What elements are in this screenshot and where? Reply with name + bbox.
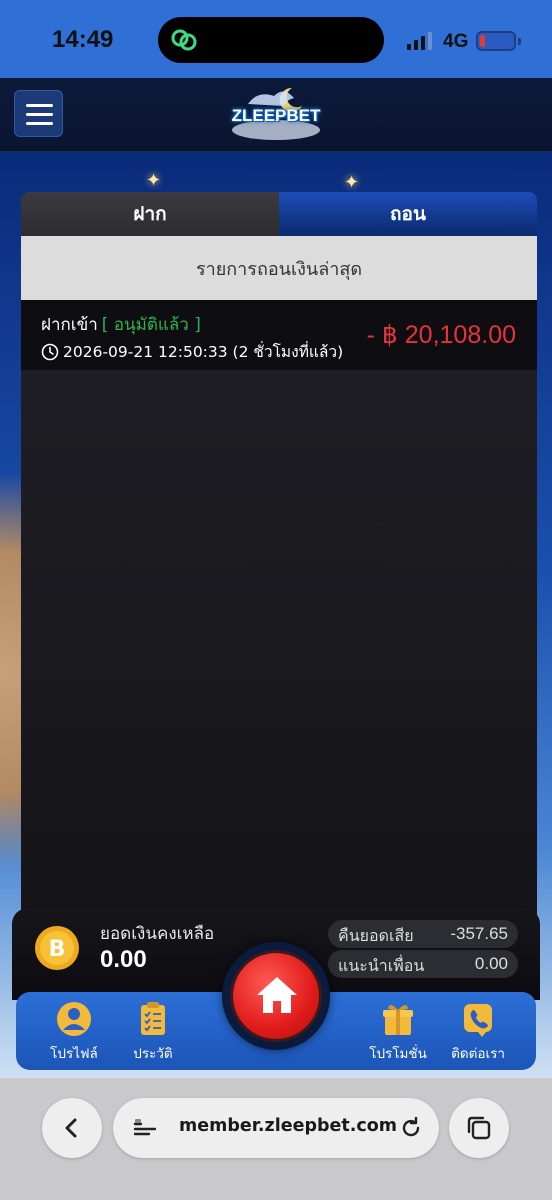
nav-promotion[interactable]: โปรโมชั่น (360, 1000, 436, 1064)
svg-text:B: B (49, 937, 66, 962)
cashback-label: คืนยอดเสีย (338, 926, 414, 945)
transaction-time-text: 2026-09-21 12:50:33 (2 ชั่วโมงที่แล้ว) (63, 343, 344, 361)
status-badge: [ อนุมัติแล้ว ] (101, 315, 201, 335)
cashback-pill[interactable]: คืนยอดเสีย -357.65 (328, 920, 518, 948)
dynamic-island (158, 17, 384, 63)
home-button[interactable] (222, 942, 330, 1050)
page-menu-icon (133, 1119, 157, 1136)
transaction-panel: ฝาก ถอน รายการถอนเงินล่าสุด ฝากเข้า[ อนุ… (21, 192, 537, 952)
transaction-row[interactable]: ฝากเข้า[ อนุมัติแล้ว ] 2026-09-21 12:50:… (21, 300, 537, 370)
referral-label: แนะนำเพื่อน (338, 956, 425, 975)
browser-toolbar: member.zleepbet.com (0, 1078, 552, 1200)
signal-icon (407, 32, 432, 50)
nav-contact-label: ติดต่อเรา (451, 1046, 505, 1062)
tabs-icon (467, 1116, 491, 1140)
menu-button[interactable] (14, 90, 63, 137)
referral-value: 0.00 (474, 954, 508, 973)
nav-promotion-label: โปรโมชั่น (369, 1046, 427, 1062)
tab-deposit[interactable]: ฝาก (21, 192, 279, 236)
battery-cap (518, 38, 521, 45)
nav-history[interactable]: ประวัติ (115, 1000, 191, 1064)
network-label: 4G (443, 31, 469, 52)
nav-history-label: ประวัติ (133, 1046, 173, 1062)
transaction-time: 2026-09-21 12:50:33 (2 ชั่วโมงที่แล้ว) (41, 339, 343, 364)
status-bar: 14:49 4G (0, 0, 552, 78)
nav-profile-label: โปรไฟล์ (50, 1046, 98, 1062)
bitcoin-icon: B (35, 926, 79, 970)
clock-icon (41, 343, 59, 360)
url-text: member.zleepbet.com (179, 1116, 398, 1136)
cashback-value: -357.65 (450, 924, 508, 943)
site-header: ZLEEPBET (0, 78, 552, 152)
tabs-button[interactable] (449, 1098, 509, 1158)
logo-text: ZLEEPBET (231, 106, 321, 125)
chevron-left-icon (65, 1118, 77, 1138)
nav-contact[interactable]: ติดต่อเรา (440, 1000, 516, 1064)
link-icon (171, 29, 197, 51)
list-title: รายการถอนเงินล่าสุด (21, 236, 537, 300)
site-logo[interactable]: ZLEEPBET (226, 84, 326, 146)
home-button-inner (233, 953, 319, 1039)
empty-list-area (21, 370, 537, 952)
home-icon (257, 977, 297, 1013)
transaction-type: ฝากเข้า[ อนุมัติแล้ว ] (41, 311, 201, 338)
sparkle-icon: ✦ (344, 172, 360, 193)
back-button[interactable] (42, 1098, 102, 1158)
tab-bar: ฝาก ถอน (21, 192, 537, 236)
profile-icon (57, 1002, 91, 1036)
transaction-amount: - ฿ 20,108.00 (366, 321, 516, 349)
balance-value: 0.00 (100, 946, 147, 973)
reload-icon[interactable] (399, 1116, 423, 1140)
clipboard-icon (141, 1002, 165, 1035)
referral-pill[interactable]: แนะนำเพื่อน 0.00 (328, 950, 518, 978)
balance-label: ยอดเงินคงเหลือ (100, 924, 215, 944)
phone-icon (464, 1004, 492, 1037)
battery-icon (476, 31, 516, 51)
address-bar[interactable]: member.zleepbet.com (113, 1098, 439, 1158)
status-time: 14:49 (52, 26, 114, 53)
sparkle-icon: ✦ (146, 170, 162, 191)
gift-icon (383, 1004, 413, 1035)
transaction-type-label: ฝากเข้า (41, 315, 98, 335)
tab-withdraw[interactable]: ถอน (279, 192, 537, 236)
nav-profile[interactable]: โปรไฟล์ (36, 1000, 112, 1064)
